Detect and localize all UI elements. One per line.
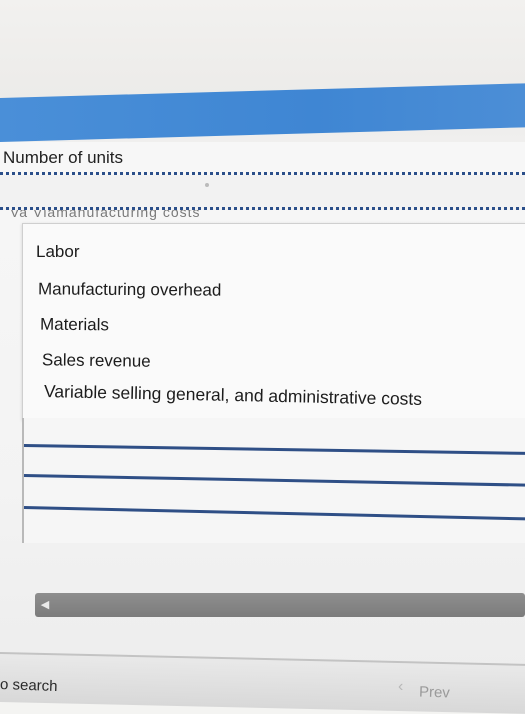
table-row-input[interactable] — [24, 448, 525, 476]
number-of-units-input[interactable] — [0, 175, 525, 210]
table-row-input[interactable] — [24, 478, 525, 506]
number-of-units-label: Number of units — [3, 148, 123, 167]
dropdown-selected-value[interactable]: Va Vlamanufacturing costs — [0, 210, 525, 224]
dropdown-option-labor[interactable]: Labor — [36, 242, 79, 262]
dropdown-header-text: Va Vlamanufacturing costs — [10, 210, 201, 220]
table-row-input[interactable] — [24, 418, 525, 446]
taskbar-search[interactable]: o search — [0, 676, 58, 695]
number-of-units-row: Number of units — [0, 142, 525, 175]
cost-type-dropdown-list[interactable]: Labor Manufacturing overhead Materials S… — [22, 223, 525, 420]
input-rows — [22, 418, 525, 543]
dropdown-option-sales-revenue[interactable]: Sales revenue — [42, 350, 151, 372]
prev-button[interactable]: Prev — [419, 683, 450, 701]
taskbar — [0, 652, 525, 714]
dropdown-option-variable-sga-costs[interactable]: Variable selling general, and administra… — [44, 381, 422, 410]
horizontal-scrollbar[interactable] — [35, 593, 525, 617]
dropdown-option-manufacturing-overhead[interactable]: Manufacturing overhead — [38, 279, 221, 300]
table-row-input[interactable] — [24, 510, 525, 538]
cursor-mark — [205, 183, 209, 187]
scroll-left-icon[interactable]: ◀ — [38, 597, 52, 613]
chevron-left-icon[interactable]: ‹ — [398, 678, 412, 696]
dropdown-option-materials[interactable]: Materials — [40, 315, 109, 336]
